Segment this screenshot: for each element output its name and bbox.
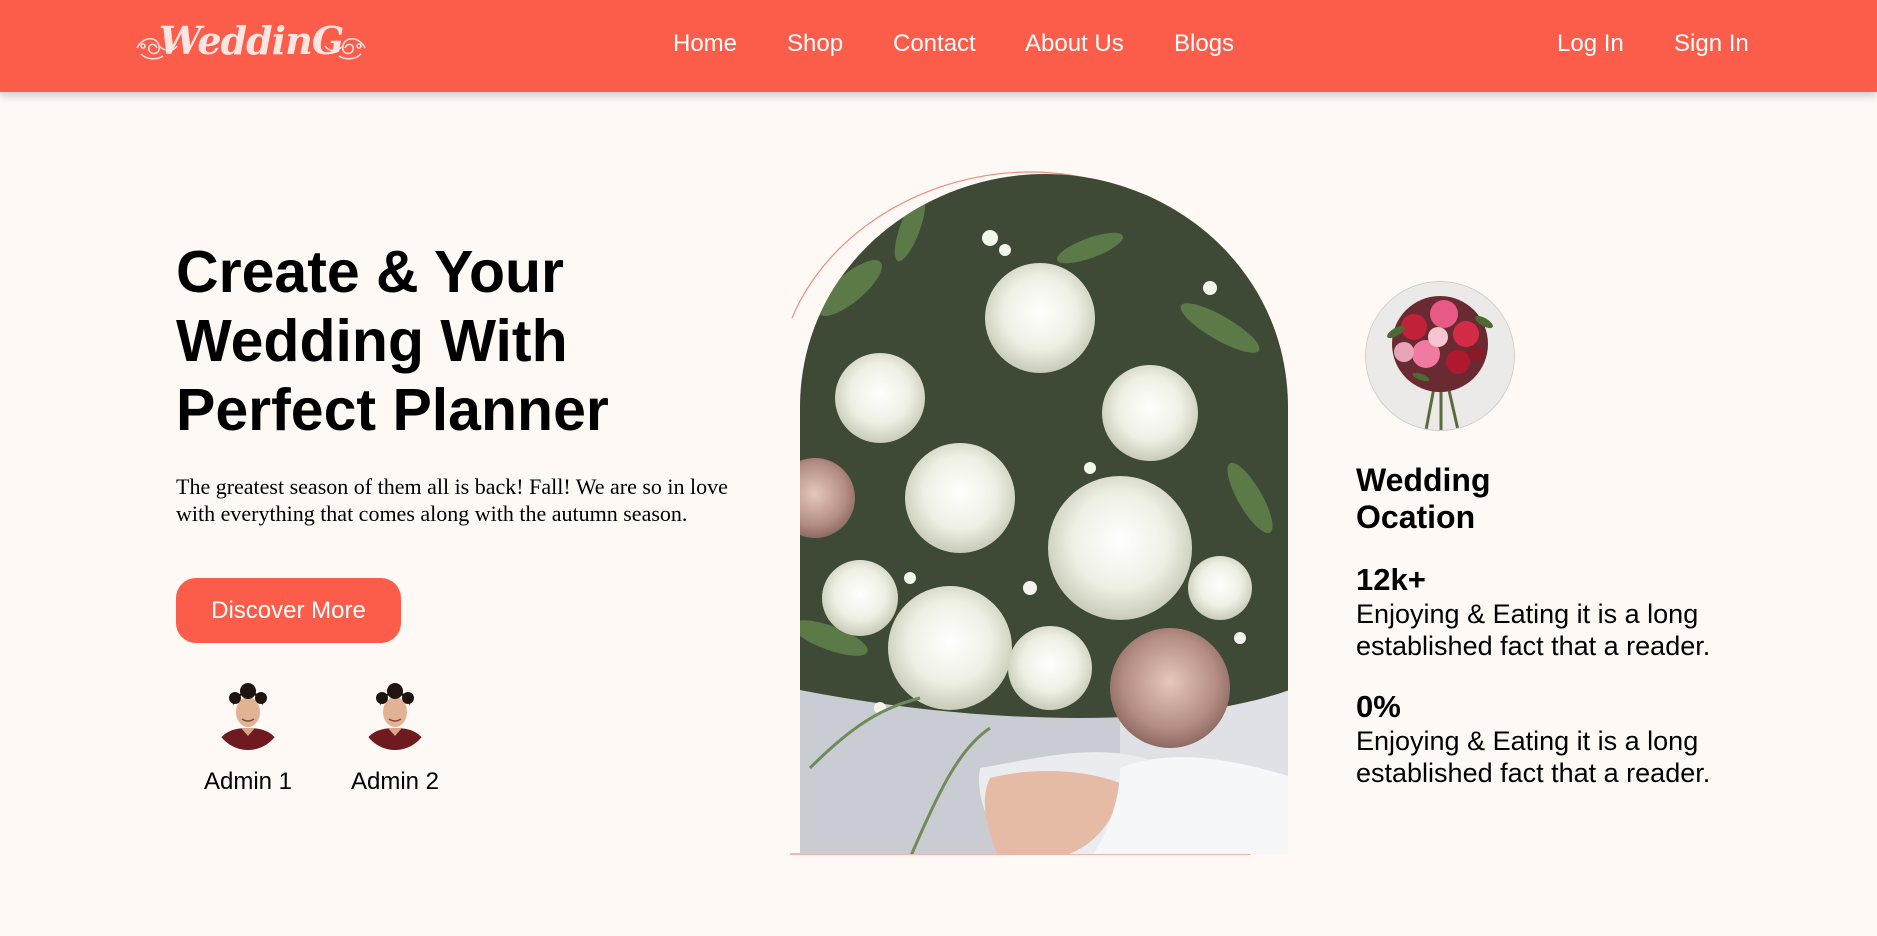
nav-home[interactable]: Home [673,30,737,58]
sign-in-link[interactable]: Sign In [1674,30,1749,58]
stat-block: 12k+ Enjoying & Eating it is a long esta… [1356,562,1756,662]
nav-blogs[interactable]: Blogs [1174,30,1234,58]
admin-card[interactable]: Admin 2 [335,676,455,796]
nav-about-us[interactable]: About Us [1025,30,1124,58]
hero-title: Create & Your Wedding With Perfect Plann… [176,239,609,443]
stat-text: Enjoying & Eating it is a long establish… [1356,726,1711,788]
admin-name: Admin 2 [350,768,440,795]
admin-card[interactable]: Admin 1 [188,676,308,796]
logo-text: WeddinG [158,17,344,63]
stat-value: 12k+ [1356,562,1426,597]
stat-text: Enjoying & Eating it is a long establish… [1356,599,1711,661]
admin-name: Admin 1 [203,768,293,795]
bouquet-arch-image [790,168,1295,860]
brand-logo[interactable]: WeddinG [133,12,369,68]
admin-avatar [214,682,282,750]
admin-avatar [361,682,429,750]
log-in-link[interactable]: Log In [1557,30,1624,58]
bouquet-thumbnail [1365,281,1515,431]
stat-block: 0% Enjoying & Eating it is a long establ… [1356,689,1756,789]
hero-description: The greatest season of them all is back!… [176,474,728,526]
nav-shop[interactable]: Shop [787,30,843,58]
side-title: Wedding Ocation [1356,462,1491,535]
discover-more-button[interactable]: Discover More [176,578,401,643]
nav-contact[interactable]: Contact [893,30,976,58]
navbar: WeddinG Home Shop Contact About Us Blogs… [0,0,1877,92]
stat-value: 0% [1356,689,1401,724]
